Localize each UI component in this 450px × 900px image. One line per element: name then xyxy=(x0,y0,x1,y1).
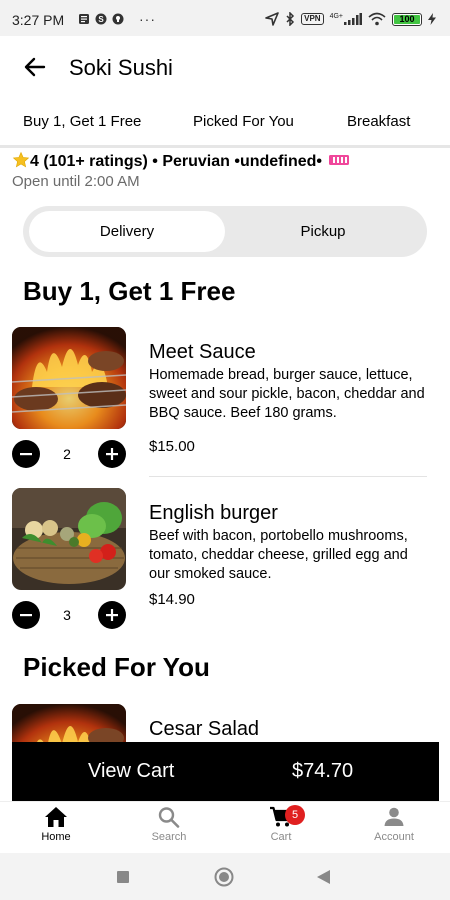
star-icon xyxy=(12,151,30,168)
item-name: Meet Sauce xyxy=(149,341,256,363)
order-mode-toggle: Delivery Pickup xyxy=(23,206,427,257)
app-notification-icon xyxy=(112,13,124,25)
system-status-icons: VPN 4G+ 100 xyxy=(265,12,436,26)
signal-icon xyxy=(344,13,362,25)
wifi-icon xyxy=(368,12,386,26)
section-title: Buy 1, Get 1 Free xyxy=(23,276,236,306)
vegetable-basket-image xyxy=(12,488,126,590)
nav-cart[interactable]: 5 Cart xyxy=(241,805,321,843)
nav-cart-label: Cart xyxy=(270,831,292,843)
battery-level: 100 xyxy=(399,13,415,24)
system-navigation-bar xyxy=(0,853,450,900)
decrease-quantity-button[interactable] xyxy=(12,440,40,468)
network-type: 4G+ xyxy=(330,13,362,25)
location-icon xyxy=(265,12,279,26)
pickup-option[interactable]: Pickup xyxy=(225,211,421,252)
nav-home-label: Home xyxy=(41,831,71,843)
section-title: Picked For You xyxy=(23,652,210,682)
quantity-value: 2 xyxy=(63,446,71,462)
home-system-icon[interactable] xyxy=(214,867,234,887)
decrease-quantity-button[interactable] xyxy=(12,601,40,629)
item-price: $15.00 xyxy=(149,438,195,455)
meat-grill-image xyxy=(12,327,126,429)
rating-info: 4 (101+ ratings) • Peruvian •undefined• xyxy=(12,151,350,171)
page-title: Soki Sushi xyxy=(69,55,173,80)
nav-search-label: Search xyxy=(151,831,187,843)
tab-picked-for-you[interactable]: Picked For You xyxy=(193,113,294,130)
plus-icon xyxy=(106,609,118,621)
cart-total: $74.70 xyxy=(292,760,354,782)
item-name: Cesar Salad xyxy=(149,718,260,740)
category-tabs: Buy 1, Get 1 Free Picked For You Breakfa… xyxy=(0,98,450,148)
battery-icon: 100 xyxy=(392,12,422,26)
nav-search[interactable]: Search xyxy=(129,806,209,843)
ticket-icon xyxy=(329,155,350,165)
menu-item[interactable]: English burger Beef with bacon, portobel… xyxy=(0,488,450,629)
account-icon xyxy=(384,807,404,826)
news-icon xyxy=(79,14,89,24)
recents-icon[interactable] xyxy=(116,870,130,884)
notification-icons: S ··· xyxy=(78,11,156,27)
nav-home[interactable]: Home xyxy=(16,806,96,843)
tab-buy-1-get-1-free[interactable]: Buy 1, Get 1 Free xyxy=(23,113,141,130)
view-cart-label: View Cart xyxy=(88,760,175,782)
status-bar: 3:27 PM S ··· VPN 4G+ 100 xyxy=(0,0,450,36)
rating-text: 4 (101+ ratings) • Peruvian •undefined• xyxy=(30,153,322,170)
bottom-navigation: Home Search 5 Cart Account xyxy=(0,801,450,853)
home-icon xyxy=(45,807,67,827)
vpn-icon: VPN xyxy=(301,13,324,25)
item-name: English burger xyxy=(149,502,278,524)
nav-account-label: Account xyxy=(374,831,414,843)
cart-count-badge: 5 xyxy=(285,805,305,825)
view-cart-button[interactable]: View Cart $74.70 xyxy=(12,742,439,801)
opening-hours: Open until 2:00 AM xyxy=(12,173,140,190)
quantity-value: 3 xyxy=(63,607,71,623)
svg-text:S: S xyxy=(98,15,104,24)
tab-breakfast[interactable]: Breakfast xyxy=(347,113,410,130)
app-header: Soki Sushi xyxy=(0,36,450,98)
plus-icon xyxy=(106,448,118,460)
status-time: 3:27 PM xyxy=(12,12,65,28)
item-divider xyxy=(149,476,427,477)
charging-icon xyxy=(428,13,436,25)
minus-icon xyxy=(20,453,32,456)
minus-icon xyxy=(20,614,32,617)
menu-item[interactable]: Meet Sauce Homemade bread, burger sauce,… xyxy=(0,327,450,477)
bluetooth-icon xyxy=(286,12,295,26)
back-system-icon[interactable] xyxy=(316,869,331,885)
back-arrow-icon[interactable] xyxy=(22,54,48,80)
menu-item[interactable]: Cesar Salad xyxy=(0,704,450,744)
delivery-option[interactable]: Delivery xyxy=(29,211,225,252)
nav-account[interactable]: Account xyxy=(354,806,434,843)
meat-grill-image xyxy=(12,704,126,744)
increase-quantity-button[interactable] xyxy=(98,440,126,468)
more-notifications-icon: ··· xyxy=(139,11,156,27)
item-price: $14.90 xyxy=(149,591,195,608)
search-icon xyxy=(158,807,180,828)
skype-icon: S xyxy=(95,13,107,25)
increase-quantity-button[interactable] xyxy=(98,601,126,629)
item-description: Homemade bread, burger sauce, lettuce, s… xyxy=(149,367,425,421)
item-description: Beef with bacon, portobello mushrooms, t… xyxy=(149,528,408,582)
network-label: 4G+ xyxy=(329,13,343,20)
